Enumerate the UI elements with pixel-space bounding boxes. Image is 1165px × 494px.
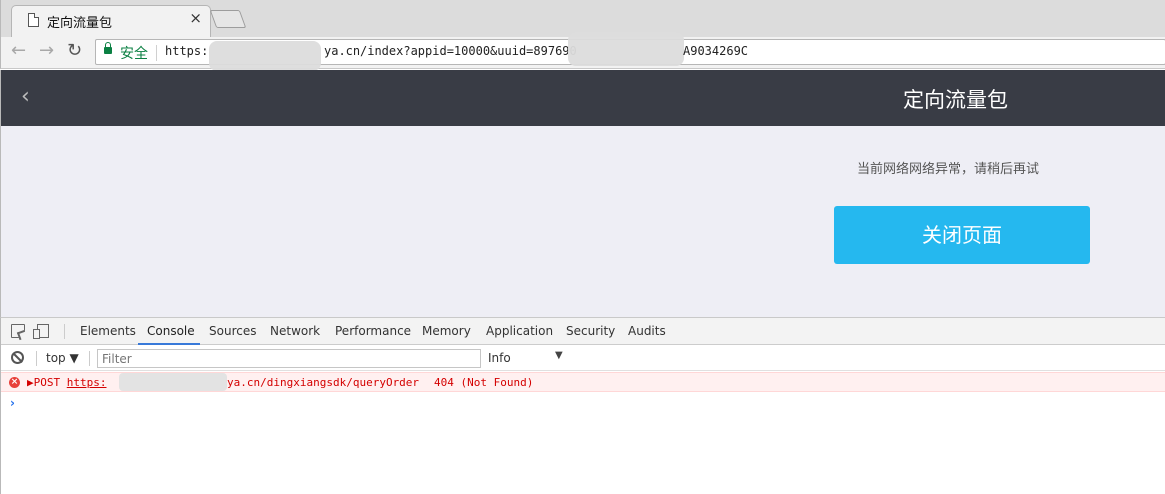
url-path: /index?appid=10000&uuid=897690 <box>360 44 577 58</box>
network-error-message: 当前网络网络异常，请稍后再试 <box>857 162 1040 177</box>
back-arrow-icon[interactable]: ← <box>11 40 26 62</box>
error-icon: × <box>9 377 20 388</box>
error-status: 404 (Not Found) <box>434 376 534 389</box>
tab-title: 定向流量包 <box>47 16 113 31</box>
document-icon <box>28 13 39 27</box>
devtools-panel: Elements Console Sources Network Perform… <box>0 317 1165 494</box>
expand-triangle-icon[interactable]: ▶ <box>27 376 34 389</box>
tab-memory[interactable]: Memory <box>422 324 471 338</box>
tab-sources[interactable]: Sources <box>209 324 256 338</box>
tab-security[interactable]: Security <box>566 324 615 338</box>
url-tail: A9034269C <box>683 44 749 58</box>
url-host: ya.cn <box>324 44 361 58</box>
redacted-blur <box>119 373 227 391</box>
log-level-select[interactable]: Info <box>488 351 511 365</box>
context-selector[interactable]: top ▼ <box>46 351 79 365</box>
page-title: 定向流量包 <box>903 88 1008 112</box>
browser-toolbar: ← → ↻ 安全 https: ya.cn /index?appid=10000… <box>0 32 1165 71</box>
secure-label: 安全 <box>120 46 148 62</box>
tab-close-icon[interactable]: × <box>189 10 202 26</box>
page-body: 当前网络网络异常，请稍后再试 关闭页面 <box>0 126 1165 317</box>
tab-application[interactable]: Application <box>486 324 553 338</box>
console-filter-input[interactable] <box>97 349 481 368</box>
devtools-tabbar: Elements Console Sources Network Perform… <box>1 318 1165 345</box>
console-filter-bar: top ▼ Info ▼ <box>1 346 1165 371</box>
clear-console-icon[interactable] <box>11 351 24 364</box>
tab-performance[interactable]: Performance <box>335 324 411 338</box>
tab-console[interactable]: Console <box>147 324 195 338</box>
chevron-down-icon[interactable]: ▼ <box>555 350 563 361</box>
close-page-button[interactable]: 关闭页面 <box>834 206 1090 264</box>
inspect-element-icon[interactable] <box>11 324 25 338</box>
active-tab-indicator <box>138 343 200 345</box>
new-tab-button[interactable] <box>209 10 247 28</box>
forward-arrow-icon[interactable]: → <box>39 40 54 62</box>
error-url[interactable]: ya.cn/dingxiangsdk/queryOrder <box>227 376 419 389</box>
tab-elements[interactable]: Elements <box>80 324 136 338</box>
address-bar[interactable]: 安全 https: ya.cn /index?appid=10000&uuid=… <box>95 32 1165 71</box>
app-header: ‹ 定向流量包 <box>0 70 1165 126</box>
error-url-start[interactable]: https: <box>67 376 107 389</box>
lock-icon <box>104 42 112 54</box>
back-chevron-icon[interactable]: ‹ <box>21 84 30 110</box>
tab-audits[interactable]: Audits <box>628 324 666 338</box>
console-error-text: ▶POST https: <box>27 376 107 389</box>
tab-network[interactable]: Network <box>270 324 320 338</box>
console-error-row: × ▶POST https: ya.cn/dingxiangsdk/queryO… <box>1 372 1165 392</box>
console-prompt[interactable]: › <box>10 396 15 410</box>
redacted-blur <box>209 41 321 71</box>
device-toolbar-icon[interactable] <box>33 324 49 339</box>
redacted-blur <box>568 32 684 66</box>
browser-tab[interactable]: 定向流量包 × <box>11 5 211 37</box>
reload-icon[interactable]: ↻ <box>67 40 82 62</box>
url-protocol: https: <box>165 44 209 58</box>
